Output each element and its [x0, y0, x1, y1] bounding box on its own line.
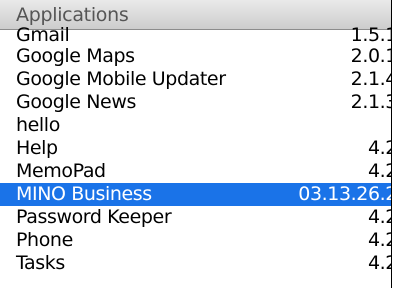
app-name: Phone [16, 229, 73, 251]
app-version: 4.2 [367, 206, 391, 228]
app-name: hello [16, 114, 60, 136]
app-version: 4.2 [367, 252, 391, 274]
app-name: Gmail [16, 24, 70, 46]
list-item[interactable]: Gmail 1.5.1 [0, 24, 391, 46]
app-version: 4.2 [367, 137, 391, 159]
list-item[interactable]: Phone 4.2 [0, 229, 391, 252]
list-item[interactable]: Tasks 4.2 [0, 252, 391, 275]
app-version: 4.2 [367, 160, 391, 182]
app-name: Password Keeper [16, 206, 172, 228]
app-version: 2.0.1 [350, 45, 391, 67]
list-item[interactable]: hello [0, 114, 391, 137]
app-version: 2.1.4 [350, 68, 391, 90]
app-name: MINO Business [16, 183, 152, 205]
application-list[interactable]: Gmail 1.5.1 Google Maps 2.0.1 Google Mob… [0, 24, 391, 275]
applications-screen: Applications Gmail 1.5.1 Google Maps 2.0… [0, 0, 392, 288]
list-item[interactable]: Google News 2.1.3 [0, 91, 391, 114]
list-item[interactable]: Google Mobile Updater 2.1.4 [0, 68, 391, 91]
app-name: Help [16, 137, 58, 159]
app-version: 4.2 [367, 229, 391, 251]
list-item[interactable]: MemoPad 4.2 [0, 160, 391, 183]
list-item[interactable]: Password Keeper 4.2 [0, 206, 391, 229]
app-name: Google Mobile Updater [16, 68, 226, 90]
list-item[interactable]: Help 4.2 [0, 137, 391, 160]
app-name: MemoPad [16, 160, 106, 182]
screen-title: Applications [16, 4, 129, 26]
list-item-selected[interactable]: MINO Business 03.13.26.2 [0, 183, 391, 206]
app-name: Tasks [16, 252, 65, 274]
app-name: Google News [16, 91, 136, 113]
list-item[interactable]: Google Maps 2.0.1 [0, 45, 391, 68]
app-version: 2.1.3 [350, 91, 391, 113]
app-version: 03.13.26.2 [298, 183, 392, 205]
app-version: 1.5.1 [350, 24, 391, 46]
app-name: Google Maps [16, 45, 135, 67]
